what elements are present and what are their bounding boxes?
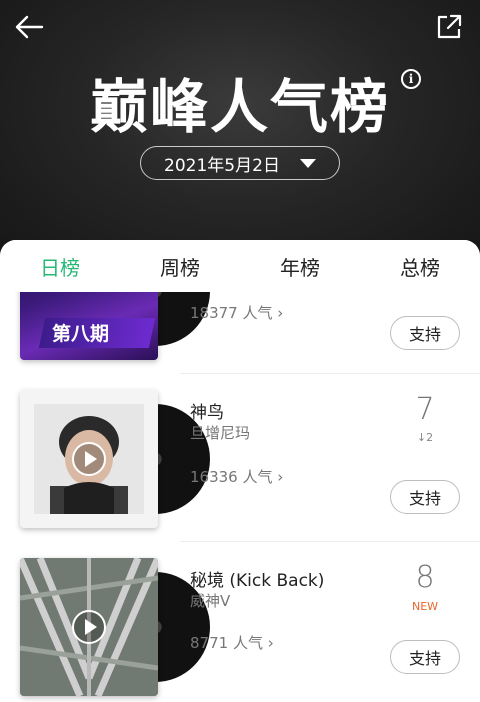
cover-text: 第八期 xyxy=(52,323,110,345)
chevron-right-icon: › xyxy=(277,468,284,486)
new-badge: NEW xyxy=(411,600,439,613)
cover-art xyxy=(20,558,210,696)
album-cover xyxy=(20,390,158,528)
rank-number: 7 xyxy=(415,392,435,427)
header: 巅峰人气榜 i 2021年5月2日 xyxy=(0,0,480,262)
chart-sheet: 日榜 周榜 年榜 总榜 第八期 18377 人气 › 支持 神鸟 旦增尼玛 16… xyxy=(0,240,480,702)
period-tabs: 日榜 周榜 年榜 总榜 xyxy=(0,240,480,292)
chevron-right-icon: › xyxy=(267,634,274,652)
song-title: 秘境 (Kick Back) xyxy=(190,571,325,591)
chevron-down-icon xyxy=(299,158,316,168)
artist-name: 威神V xyxy=(190,592,231,610)
cover-art xyxy=(20,390,210,528)
album-cover xyxy=(20,558,158,696)
support-button[interactable]: 支持 xyxy=(390,316,460,350)
cover-art: 第八期 xyxy=(20,292,210,360)
rank-change: ↓2 xyxy=(416,431,434,444)
arrow-left-icon xyxy=(15,15,44,39)
artist-name: 旦增尼玛 xyxy=(190,424,251,442)
popularity-link[interactable]: 16336 人气 › xyxy=(190,466,283,487)
tab-daily[interactable]: 日榜 xyxy=(0,240,120,292)
support-button[interactable]: 支持 xyxy=(390,480,460,514)
popularity-link[interactable]: 8771 人气 › xyxy=(190,632,274,653)
play-button[interactable] xyxy=(72,610,106,644)
share-icon xyxy=(437,14,462,39)
list-item[interactable]: 神鸟 旦增尼玛 16336 人气 › 7 ↓2 支持 xyxy=(0,374,480,542)
play-icon xyxy=(85,451,97,467)
share-button[interactable] xyxy=(434,12,464,42)
song-title: 神鸟 xyxy=(190,403,224,423)
tab-yearly[interactable]: 年榜 xyxy=(240,240,360,292)
date-selector[interactable]: 2021年5月2日 xyxy=(140,146,340,180)
play-icon xyxy=(85,619,97,635)
tab-weekly[interactable]: 周榜 xyxy=(120,240,240,292)
info-icon[interactable]: i xyxy=(401,69,421,89)
popularity-count: 8771 人气 xyxy=(190,634,263,652)
rank-number: 8 xyxy=(415,560,435,595)
chevron-right-icon: › xyxy=(277,304,284,322)
support-button[interactable]: 支持 xyxy=(390,640,460,674)
tab-all-time[interactable]: 总榜 xyxy=(360,240,480,292)
list-item[interactable]: 第八期 18377 人气 › 支持 xyxy=(0,292,480,374)
album-cover: 第八期 xyxy=(20,292,158,360)
play-button[interactable] xyxy=(72,442,106,476)
ranking-list: 第八期 18377 人气 › 支持 神鸟 旦增尼玛 16336 人气 › 7 ↓… xyxy=(0,292,480,702)
list-item[interactable]: 秘境 (Kick Back) 威神V 8771 人气 › 8 NEW 支持 xyxy=(0,542,480,702)
popularity-count: 18377 人气 xyxy=(190,304,273,322)
popularity-link[interactable]: 18377 人气 › xyxy=(190,302,283,323)
back-button[interactable] xyxy=(12,10,46,44)
popularity-count: 16336 人气 xyxy=(190,468,273,486)
date-label: 2021年5月2日 xyxy=(164,155,280,176)
